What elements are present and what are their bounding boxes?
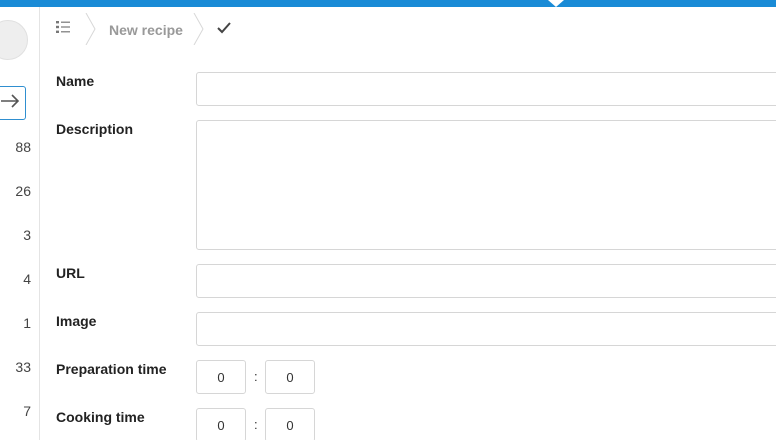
time-separator: : xyxy=(254,417,258,432)
sidebar-count[interactable]: 26 xyxy=(1,183,31,199)
cooking-hours-input[interactable] xyxy=(196,408,246,440)
save-button[interactable] xyxy=(205,21,231,39)
image-input[interactable] xyxy=(196,312,776,346)
image-label: Image xyxy=(56,313,97,329)
sidebar-count[interactable]: 33 xyxy=(1,359,31,375)
list-icon xyxy=(55,20,71,39)
sidebar-count[interactable]: 88 xyxy=(1,139,31,155)
sidebar-count[interactable]: 3 xyxy=(1,227,31,243)
preparation-hours-input[interactable] xyxy=(196,360,246,394)
cooking-minutes-input[interactable] xyxy=(265,408,315,440)
description-textarea[interactable] xyxy=(196,120,776,250)
url-label: URL xyxy=(56,265,85,281)
sidebar-count[interactable]: 4 xyxy=(1,271,31,287)
time-separator: : xyxy=(254,369,258,384)
preparation-time-label: Preparation time xyxy=(56,361,167,377)
breadcrumb-separator xyxy=(85,7,97,52)
top-bar-notch xyxy=(548,0,564,7)
breadcrumb: New recipe xyxy=(41,7,776,52)
url-input[interactable] xyxy=(196,264,776,298)
arrow-right-login-icon xyxy=(1,93,21,114)
avatar[interactable] xyxy=(0,20,28,60)
sidebar-count[interactable]: 1 xyxy=(1,315,31,331)
top-accent-bar xyxy=(0,0,776,7)
cooking-time-label: Cooking time xyxy=(56,409,145,425)
description-label: Description xyxy=(56,121,134,137)
recipe-list-button[interactable] xyxy=(41,7,85,52)
breadcrumb-current: New recipe xyxy=(109,21,183,38)
login-button[interactable] xyxy=(0,86,26,120)
sidebar: 88 26 3 4 1 33 7 xyxy=(0,7,40,440)
breadcrumb-separator xyxy=(193,7,205,52)
preparation-minutes-input[interactable] xyxy=(265,360,315,394)
name-label: Name xyxy=(56,73,95,89)
name-input[interactable] xyxy=(196,72,776,106)
checkmark-icon xyxy=(217,21,231,39)
sidebar-count[interactable]: 7 xyxy=(1,403,31,419)
